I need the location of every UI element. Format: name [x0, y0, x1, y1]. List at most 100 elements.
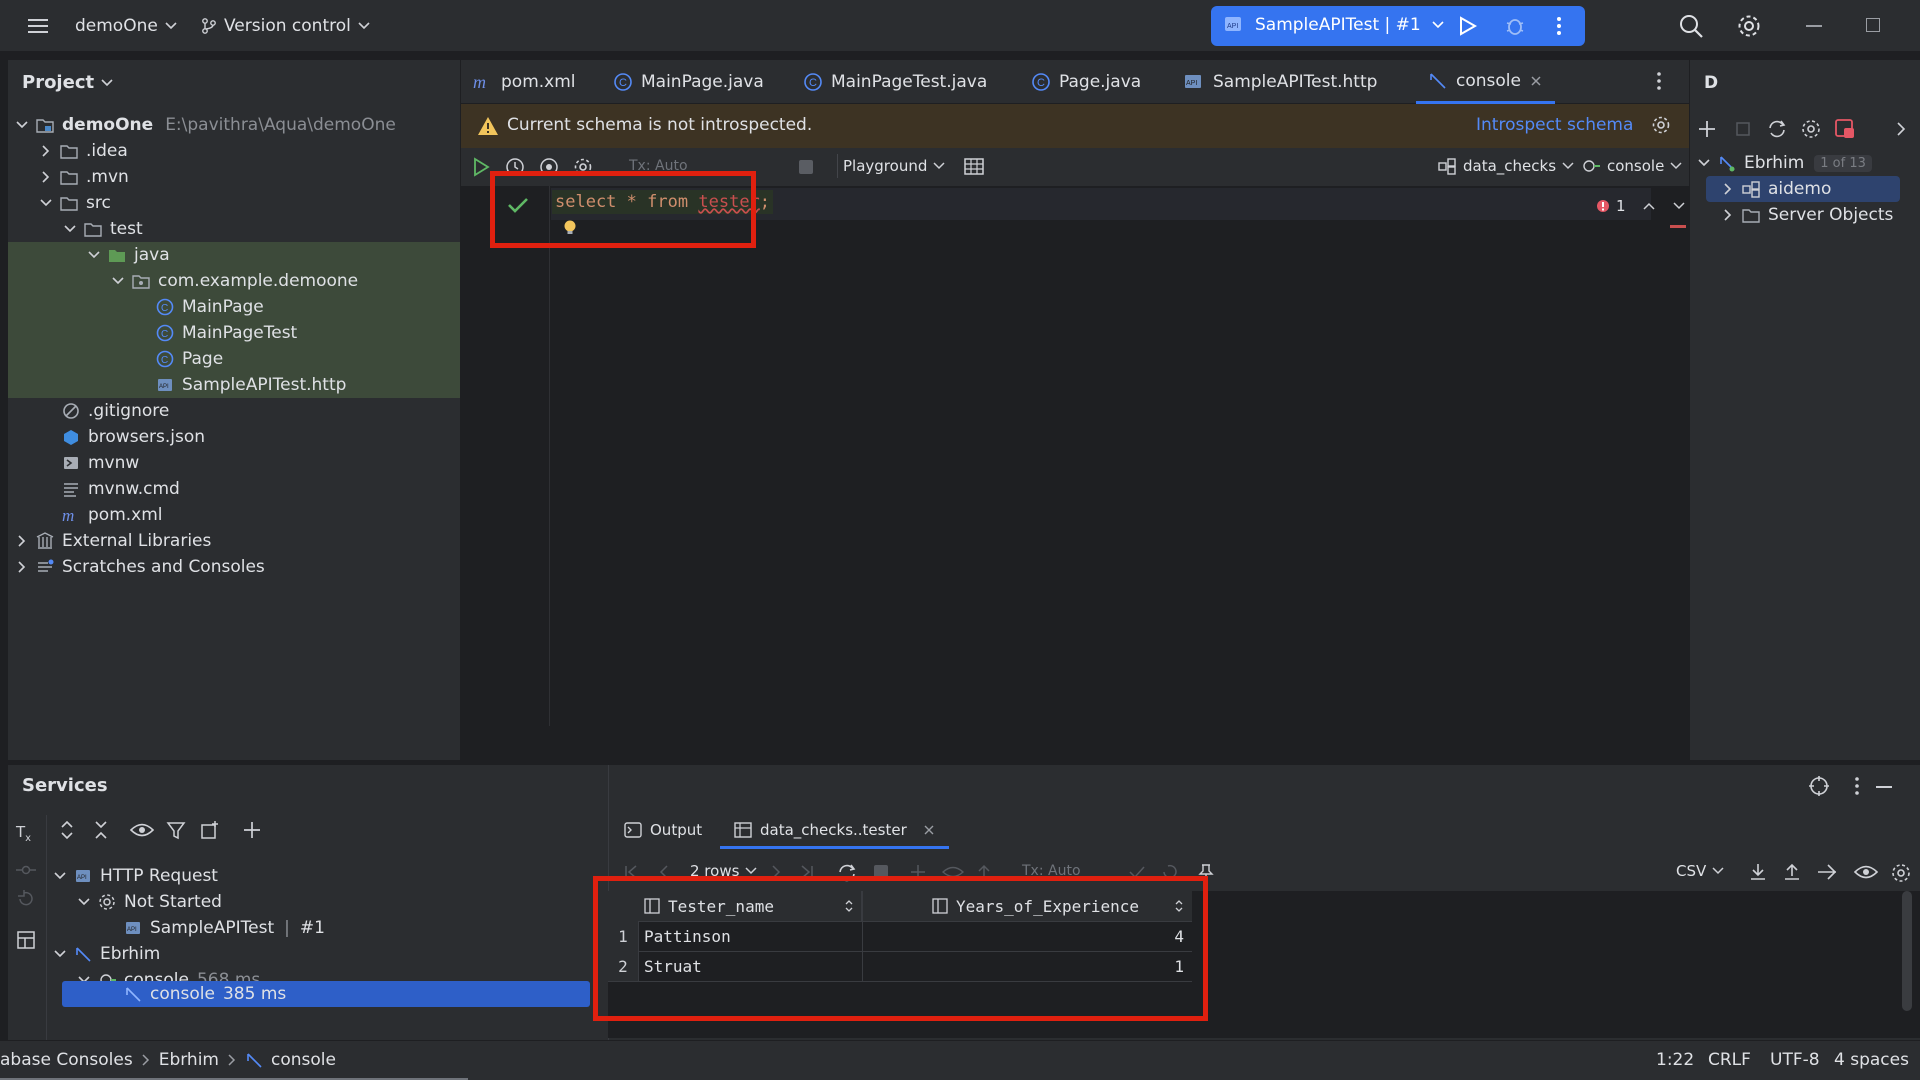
- tree-item-mvnw-cmd[interactable]: mvnw.cmd: [8, 476, 460, 502]
- upload-icon[interactable]: [1782, 862, 1802, 882]
- vertical-scrollbar[interactable]: [1902, 891, 1912, 1011]
- run-config-selector[interactable]: API SampleAPITest | #1: [1223, 15, 1445, 35]
- more-actions-button[interactable]: [1551, 14, 1567, 38]
- hide-panel-button[interactable]: [1876, 786, 1892, 788]
- line-separator[interactable]: CRLF: [1708, 1050, 1751, 1070]
- tree-item-gitignore[interactable]: .gitignore: [8, 398, 460, 424]
- chevron-right-icon: [42, 171, 50, 183]
- console-icon: [247, 1053, 262, 1068]
- tree-item-test[interactable]: test: [8, 216, 460, 242]
- svc-item-not-started[interactable]: Not Started: [76, 889, 596, 915]
- tree-item-idea[interactable]: .idea: [8, 138, 460, 164]
- add-icon[interactable]: [1696, 118, 1718, 140]
- minimize-button[interactable]: [1806, 25, 1822, 27]
- table-view-icon[interactable]: [964, 158, 984, 176]
- tree-item-mainpage[interactable]: C MainPage: [8, 294, 460, 320]
- svc-item-console-selected[interactable]: console 385 ms: [124, 981, 584, 1007]
- breadcrumb-item[interactable]: abase Consoles: [0, 1050, 133, 1070]
- tree-item-scratches[interactable]: Scratches and Consoles: [8, 554, 460, 580]
- close-icon[interactable]: [923, 824, 935, 836]
- tree-item-src[interactable]: src: [8, 190, 460, 216]
- tab-actions-button[interactable]: [1653, 70, 1665, 92]
- tree-item-pom[interactable]: m pom.xml: [8, 502, 460, 528]
- svc-item-ebrhim[interactable]: Ebrhim: [52, 941, 592, 967]
- introspect-schema-link[interactable]: Introspect schema: [1476, 115, 1633, 135]
- chevron-right-icon[interactable]: [1894, 120, 1908, 138]
- rollback-icon[interactable]: [16, 889, 36, 909]
- tree-item-mainpagetest[interactable]: C MainPageTest: [8, 320, 460, 346]
- tab-sampleapitest-http[interactable]: API SampleAPITest.http: [1183, 60, 1377, 104]
- tree-item-external-libraries[interactable]: External Libraries: [8, 528, 460, 554]
- tx-icon[interactable]: Tx: [16, 823, 31, 844]
- expand-all-icon[interactable]: [58, 820, 76, 840]
- gear-icon[interactable]: [1890, 862, 1912, 884]
- tree-item-page[interactable]: C Page: [8, 346, 460, 372]
- main-menu-button[interactable]: [26, 12, 50, 40]
- tree-label: .gitignore: [88, 401, 170, 421]
- gear-icon[interactable]: [1651, 115, 1671, 135]
- problems-indicator[interactable]: 1: [1596, 197, 1686, 215]
- filter-icon[interactable]: [166, 820, 186, 840]
- new-tab-icon[interactable]: [200, 820, 220, 840]
- tab-mainpage-java[interactable]: C MainPage.java: [613, 60, 764, 104]
- indent-setting[interactable]: 4 spaces: [1834, 1050, 1909, 1070]
- target-icon[interactable]: [1808, 775, 1830, 797]
- breadcrumb-item[interactable]: console: [271, 1050, 336, 1070]
- eye-icon[interactable]: [1854, 863, 1878, 881]
- close-icon[interactable]: [1529, 74, 1543, 88]
- project-switcher[interactable]: demoOne: [75, 12, 178, 40]
- run-button[interactable]: [1455, 14, 1479, 38]
- vcs-widget[interactable]: Version control: [200, 12, 371, 40]
- chevron-right-icon: [18, 535, 26, 547]
- tree-item-browsers-json[interactable]: browsers.json: [8, 424, 460, 450]
- tab-output[interactable]: Output: [624, 821, 702, 839]
- status-bar: abase Consoles Ebrhim console 1:22 CRLF …: [0, 1041, 1920, 1080]
- add-icon[interactable]: [242, 820, 262, 840]
- copy-icon[interactable]: [1732, 118, 1752, 138]
- project-view-selector[interactable]: Project: [22, 72, 114, 93]
- tab-console[interactable]: console: [1416, 60, 1555, 104]
- project-name: demoOne: [75, 16, 158, 36]
- more-vertical-icon[interactable]: [1852, 775, 1862, 797]
- debug-button[interactable]: [1503, 14, 1527, 38]
- settings-button[interactable]: [1736, 13, 1762, 39]
- tree-item-sampleapitest[interactable]: API SampleAPITest.http: [8, 372, 460, 398]
- refresh-icon[interactable]: [1766, 118, 1788, 140]
- playground-selector[interactable]: Playground: [843, 157, 945, 175]
- export-format-selector[interactable]: CSV: [1676, 862, 1724, 880]
- restore-button[interactable]: [1866, 18, 1880, 32]
- db-tree-ebrhim[interactable]: Ebrhim 1 of 13: [1696, 150, 1916, 176]
- tab-page-java[interactable]: C Page.java: [1031, 60, 1141, 104]
- layout-icon[interactable]: [16, 930, 36, 950]
- svc-item-duration: 385 ms: [222, 984, 287, 1004]
- svc-item-sampleapitest[interactable]: API SampleAPITest | #1: [124, 915, 594, 941]
- caret-position[interactable]: 1:22: [1656, 1050, 1694, 1070]
- breadcrumb-item[interactable]: Ebrhim: [159, 1050, 219, 1070]
- error-stripe-mark[interactable]: [1670, 225, 1686, 228]
- compare-icon[interactable]: [1816, 862, 1838, 882]
- schema-selector[interactable]: data_checks: [1437, 157, 1574, 175]
- stop-button[interactable]: [799, 160, 813, 174]
- collapse-all-icon[interactable]: [92, 820, 110, 840]
- tree-item-demoone[interactable]: demoOne E:\pavithra\Aqua\demoOne: [8, 112, 460, 138]
- download-icon[interactable]: [1748, 862, 1768, 882]
- tab-result-tester[interactable]: data_checks..tester: [720, 813, 949, 849]
- search-button[interactable]: [1678, 13, 1704, 39]
- svc-item-http-request[interactable]: API HTTP Request: [52, 863, 592, 889]
- tab-label: SampleAPITest.http: [1213, 72, 1378, 92]
- tree-item-mvnw[interactable]: mvnw: [8, 450, 460, 476]
- tree-item-mvn[interactable]: .mvn: [8, 164, 460, 190]
- eye-icon[interactable]: [130, 821, 154, 839]
- disconnect-icon[interactable]: [1834, 118, 1856, 140]
- tab-mainpagetest-java[interactable]: C MainPageTest.java: [803, 60, 987, 104]
- execute-icon[interactable]: [471, 157, 491, 177]
- gear-icon[interactable]: [1800, 118, 1822, 140]
- tree-item-package[interactable]: com.example.demoone: [8, 268, 460, 294]
- tab-pom-xml[interactable]: m pom.xml: [473, 60, 576, 104]
- db-tree-aidemo[interactable]: aidemo: [1720, 176, 1900, 202]
- tree-item-java[interactable]: java: [8, 242, 460, 268]
- commit-icon[interactable]: [16, 863, 36, 877]
- file-encoding[interactable]: UTF-8: [1770, 1050, 1820, 1070]
- session-selector[interactable]: console: [1581, 157, 1682, 175]
- db-tree-server-objects[interactable]: Server Objects: [1720, 202, 1910, 228]
